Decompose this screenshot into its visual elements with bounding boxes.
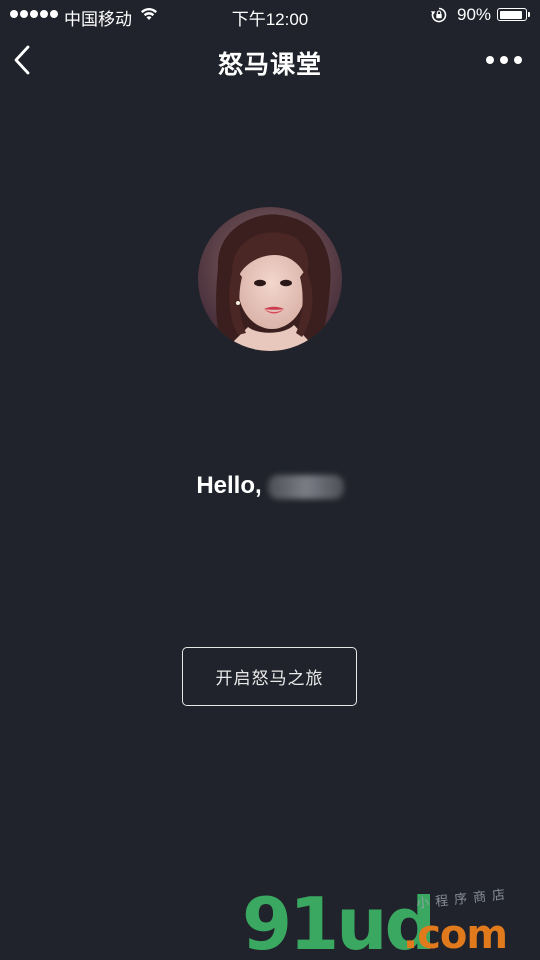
battery-percentage: 90% (457, 5, 492, 24)
avatar (198, 207, 342, 351)
navigation-bar: 怒马课堂 (0, 30, 540, 90)
page-title: 怒马课堂 (217, 51, 322, 79)
status-bar: 中国移动 下午12:00 90% (0, 0, 540, 30)
more-options-button[interactable] (486, 50, 522, 70)
more-dot (486, 56, 494, 64)
greeting-text: Hello, (196, 472, 262, 499)
watermark-logo: 91ud .com 小程序商店 (238, 880, 538, 960)
watermark-suffix: .com (403, 912, 508, 958)
app-screen: 中国移动 下午12:00 90% 怒马课堂 Hello, 开启怒马之旅 91ud… (0, 0, 540, 960)
more-dot (514, 56, 522, 64)
greeting: Hello, (0, 472, 540, 500)
more-dot (500, 56, 508, 64)
battery-icon (497, 8, 527, 21)
rotation-lock-icon (430, 7, 448, 28)
battery-tip (528, 12, 530, 17)
start-journey-button[interactable]: 开启怒马之旅 (182, 647, 357, 706)
user-name-blurred (267, 474, 344, 499)
